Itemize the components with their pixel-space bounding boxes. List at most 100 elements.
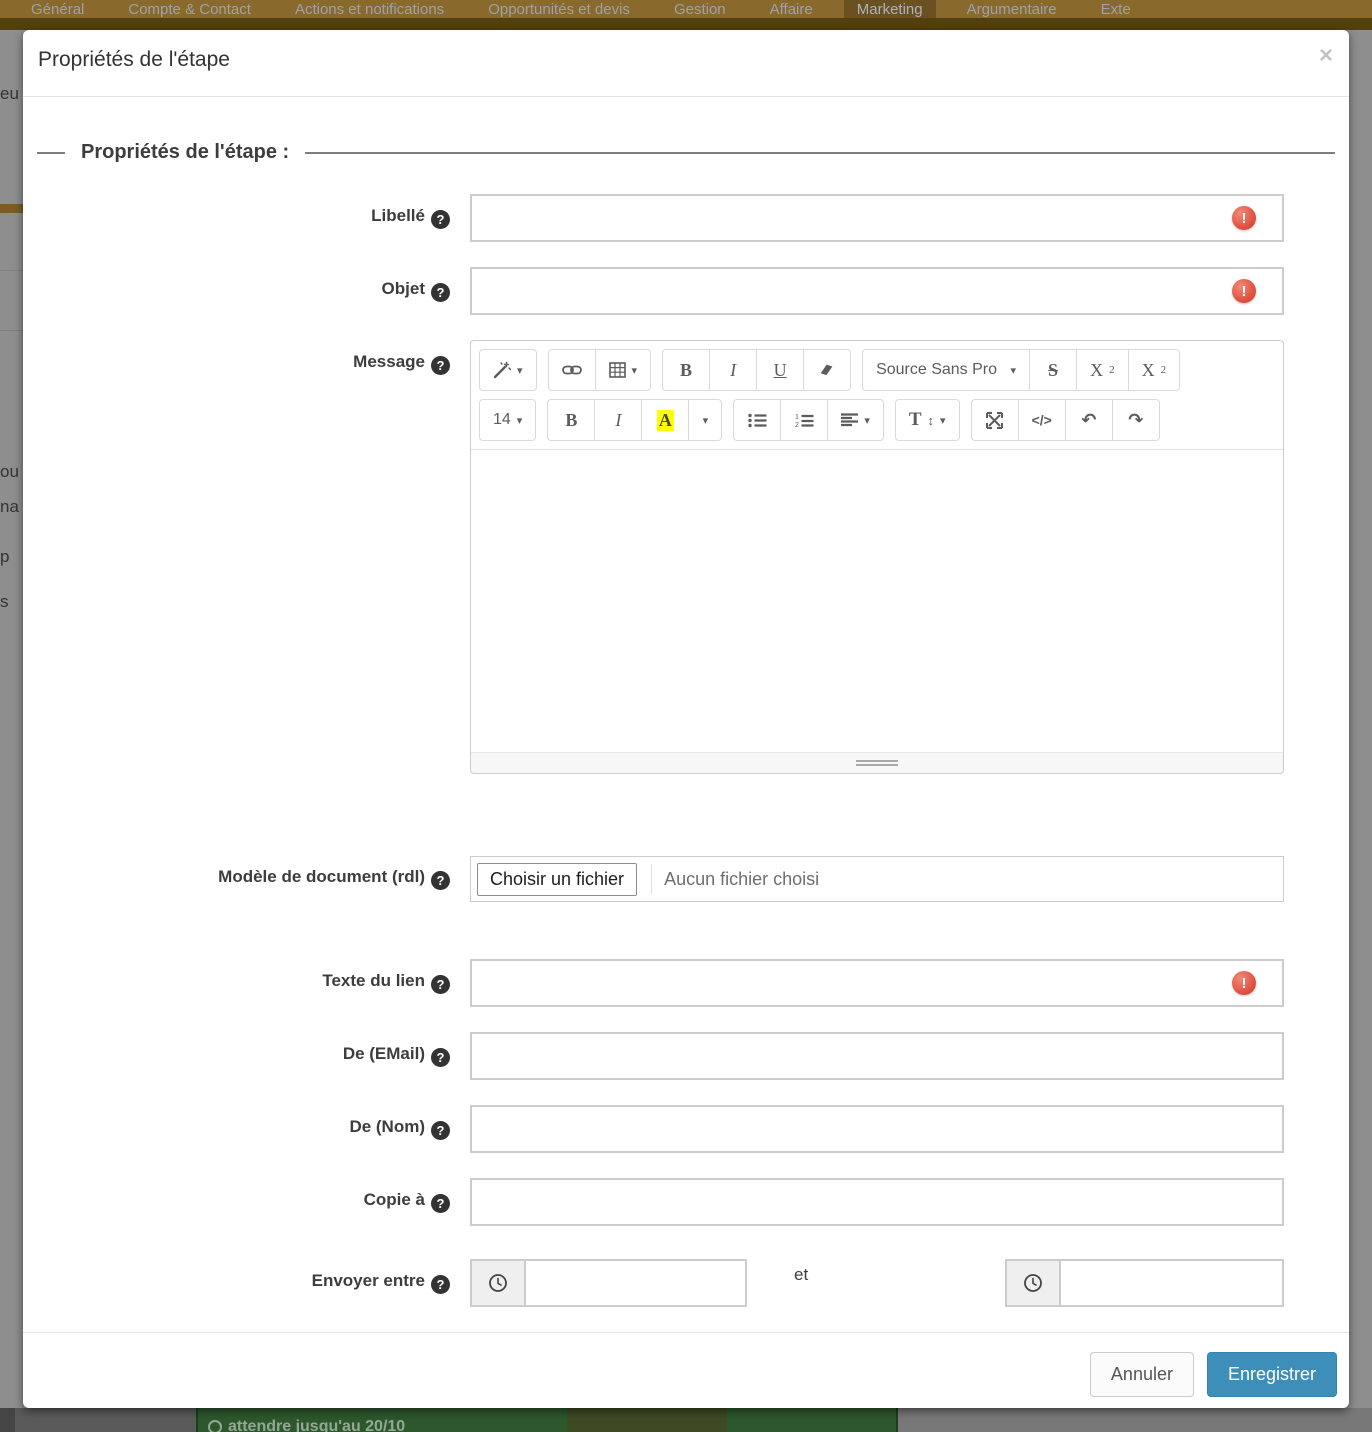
field-row-email: De (EMail)? xyxy=(37,1032,1335,1080)
choose-file-button[interactable]: Choisir un fichier xyxy=(477,862,638,896)
help-icon[interactable]: ? xyxy=(431,356,450,375)
bg-text-fragment: eu xyxy=(0,84,19,103)
code-view-button[interactable]: </> xyxy=(1017,399,1066,441)
bg-divider-line xyxy=(0,330,23,331)
libelle-label: Libellé xyxy=(371,206,425,225)
nav-tab-actions-notifications[interactable]: Actions et notifications xyxy=(282,0,457,18)
link-icon xyxy=(561,364,582,376)
nav-tab-compte-contact[interactable]: Compte & Contact xyxy=(115,0,264,18)
svg-text:1: 1 xyxy=(795,414,799,421)
legend-title: Propriétés de l'étape : xyxy=(81,141,290,163)
style-magic-icon[interactable]: ▾ xyxy=(479,349,537,391)
eraser-icon xyxy=(819,362,835,378)
bg-text-fragment: ou xyxy=(0,462,19,481)
bg-orange-band xyxy=(0,204,23,213)
eraser-button[interactable] xyxy=(803,349,852,391)
nav-tab-marketing[interactable]: Marketing xyxy=(843,0,936,18)
link-button[interactable] xyxy=(547,349,596,391)
field-row-objet: Objet? ! xyxy=(37,267,1335,315)
help-icon[interactable]: ? xyxy=(431,210,450,229)
clock-icon xyxy=(208,1420,222,1432)
line-height-dropdown[interactable]: T ↕ ▾ xyxy=(894,399,960,441)
email-input[interactable] xyxy=(470,1032,1284,1080)
font-family-dropdown[interactable]: Source Sans Pro ▾ xyxy=(862,349,1031,391)
help-icon[interactable]: ? xyxy=(431,975,450,994)
unordered-list-button[interactable] xyxy=(733,399,782,441)
bg-text-fragment: na xyxy=(0,497,19,516)
italic-button[interactable]: I xyxy=(709,349,758,391)
message-editor-area[interactable] xyxy=(471,450,1283,752)
magic-wand-icon xyxy=(493,361,511,379)
nav-tab-externe[interactable]: Exte xyxy=(1088,0,1144,18)
nav-tab-opportunites-devis[interactable]: Opportunités et devis xyxy=(475,0,643,18)
superscript-button[interactable]: X2 xyxy=(1076,349,1129,391)
time-to-input[interactable] xyxy=(1061,1261,1282,1305)
copie-input[interactable] xyxy=(470,1178,1284,1226)
ordered-list-icon: 12 xyxy=(795,413,814,428)
help-icon[interactable]: ? xyxy=(431,1121,450,1140)
help-icon[interactable]: ? xyxy=(431,283,450,302)
copie-label: Copie à xyxy=(363,1190,425,1209)
modal-footer: Annuler Enregistrer xyxy=(23,1332,1349,1416)
navbar-bottom-border xyxy=(0,18,1372,30)
close-icon[interactable]: × xyxy=(1319,44,1333,68)
bold-button[interactable]: B xyxy=(662,349,711,391)
undo-button[interactable]: ↶ xyxy=(1064,399,1113,441)
underline-button[interactable]: U xyxy=(756,349,805,391)
nav-tab-general[interactable]: Général xyxy=(18,0,97,18)
table-button[interactable]: ▾ xyxy=(594,349,652,391)
font-color-dropdown[interactable]: ▾ xyxy=(688,399,723,441)
clock-icon xyxy=(1007,1261,1061,1305)
file-status-text: Aucun fichier choisi xyxy=(651,864,819,894)
lien-label: Texte du lien xyxy=(322,971,425,990)
libelle-input[interactable] xyxy=(470,194,1284,242)
fullscreen-button[interactable] xyxy=(970,399,1019,441)
nav-tab-argumentaire[interactable]: Argumentaire xyxy=(954,0,1070,18)
nav-tab-affaire[interactable]: Affaire xyxy=(757,0,826,18)
file-input[interactable]: Choisir un fichier Aucun fichier choisi xyxy=(470,856,1284,902)
paragraph-align-button[interactable]: ▾ xyxy=(827,399,884,441)
strikethrough-button[interactable]: S xyxy=(1029,349,1078,391)
nav-tab-gestion[interactable]: Gestion xyxy=(661,0,739,18)
field-row-envoyer: Envoyer entre? et xyxy=(37,1259,1335,1307)
redo-icon: ↷ xyxy=(1128,409,1144,431)
field-row-libelle: Libellé? ! xyxy=(37,194,1335,242)
save-button[interactable]: Enregistrer xyxy=(1206,1352,1337,1397)
table-icon xyxy=(608,362,626,378)
fullscreen-arrows-icon xyxy=(986,411,1004,429)
field-row-copie: Copie à? xyxy=(37,1178,1335,1226)
help-icon[interactable]: ? xyxy=(431,871,450,890)
time-from-group xyxy=(470,1259,747,1307)
legend-left-line xyxy=(37,151,65,154)
editor-resize-handle[interactable] xyxy=(471,752,1283,773)
modal-header: Propriétés de l'étape × xyxy=(23,30,1349,97)
clock-icon xyxy=(472,1261,526,1305)
nom-input[interactable] xyxy=(470,1105,1284,1153)
italic-button-2[interactable]: I xyxy=(594,399,643,441)
editor-toolbar: ▾ ▾ B I U Source Sans Pro ▾ S X 2 X 2 14… xyxy=(471,341,1283,450)
message-label: Message xyxy=(353,352,425,371)
field-row-modele: Modèle de document (rdl)? Choisir un fic… xyxy=(37,856,1335,902)
lien-input[interactable] xyxy=(470,959,1284,1007)
ordered-list-button[interactable]: 12 xyxy=(780,399,829,441)
help-icon[interactable]: ? xyxy=(431,1048,450,1067)
message-rich-text-editor: ▾ ▾ B I U Source Sans Pro ▾ S X 2 X 2 14… xyxy=(470,340,1284,774)
bg-divider-line xyxy=(0,270,23,271)
help-icon[interactable]: ? xyxy=(431,1275,450,1294)
et-separator: et xyxy=(794,1265,809,1284)
unordered-list-icon xyxy=(748,413,767,428)
error-badge-icon: ! xyxy=(1232,971,1256,995)
modele-label: Modèle de document (rdl) xyxy=(218,867,425,886)
font-size-dropdown[interactable]: 14 ▾ xyxy=(479,399,537,441)
time-from-input[interactable] xyxy=(526,1261,745,1305)
help-icon[interactable]: ? xyxy=(431,1194,450,1213)
objet-input[interactable] xyxy=(470,267,1284,315)
modal-body: Propriétés de l'étape : Libellé? ! Objet… xyxy=(23,97,1349,1332)
redo-button[interactable]: ↷ xyxy=(1111,399,1160,441)
font-color-button[interactable]: A xyxy=(641,399,690,441)
cancel-button[interactable]: Annuler xyxy=(1089,1352,1194,1397)
legend-right-line xyxy=(305,151,1335,154)
bold-button-2[interactable]: B xyxy=(547,399,596,441)
field-row-lien: Texte du lien? ! xyxy=(37,959,1335,1007)
subscript-button[interactable]: X2 xyxy=(1127,349,1181,391)
